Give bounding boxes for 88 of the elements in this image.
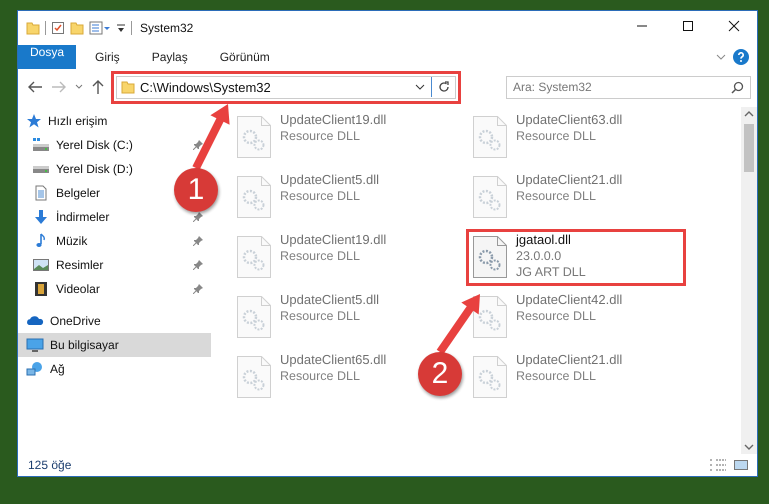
sidebar-item[interactable]: Yerel Disk (D:)	[32, 157, 133, 181]
dll-file-icon	[236, 115, 272, 159]
window-title: System32	[140, 21, 194, 35]
scroll-down-icon[interactable]	[744, 443, 754, 451]
scroll-up-icon[interactable]	[744, 110, 754, 118]
file-detail: Resource DLL	[516, 368, 597, 384]
file-name[interactable]: UpdateClient65.dll	[280, 352, 386, 368]
pin-icon[interactable]	[193, 236, 203, 246]
sidebar-item[interactable]: Hızlı erişim	[18, 109, 211, 133]
dll-file-icon	[472, 355, 508, 399]
file-name[interactable]: UpdateClient21.dll	[516, 172, 622, 188]
sidebar-item[interactable]: Bu bilgisayar	[18, 333, 211, 357]
sidebar-item[interactable]: OneDrive	[18, 309, 211, 333]
monitor-icon	[26, 337, 44, 353]
dll-file-icon	[472, 115, 508, 159]
properties-icon[interactable]	[89, 21, 111, 35]
file-name[interactable]: jgataol.dll	[516, 232, 586, 248]
pin-icon[interactable]	[193, 284, 203, 294]
dll-file-icon	[236, 235, 272, 279]
ribbon-tab[interactable]: Giriş	[82, 45, 133, 69]
help-icon[interactable]	[733, 49, 749, 65]
file-name[interactable]: UpdateClient19.dll	[280, 232, 386, 248]
file-item[interactable]: UpdateClient19.dll Resource DLL	[234, 233, 390, 281]
file-item[interactable]: UpdateClient21.dll Resource DLL	[470, 353, 626, 401]
pin-icon[interactable]	[193, 260, 203, 270]
sidebar-item[interactable]: İndirmeler	[32, 205, 110, 229]
file-item[interactable]: UpdateClient63.dll Resource DLL	[470, 113, 626, 161]
file-detail: 23.0.0.0	[516, 248, 562, 264]
dll-file-icon	[236, 355, 272, 399]
file-name[interactable]: UpdateClient5.dll	[280, 172, 380, 188]
file-detail: Resource DLL	[280, 248, 361, 264]
file-item[interactable]: UpdateClient42.dll Resource DLL	[470, 293, 626, 341]
ribbon-tab[interactable]: Dosya	[18, 45, 76, 69]
sidebar-item[interactable]: Videolar	[32, 277, 100, 301]
file-item[interactable]: UpdateClient5.dll Resource DLL	[234, 293, 384, 341]
search-field[interactable]: Ara: System32	[506, 76, 751, 98]
file-item[interactable]: UpdateClient5.dll Resource DLL	[234, 173, 384, 221]
file-name[interactable]: UpdateClient19.dll	[280, 112, 386, 128]
file-detail: Resource DLL	[280, 308, 361, 324]
file-item[interactable]: UpdateClient21.dll Resource DLL	[470, 173, 626, 221]
file-detail: Resource DLL	[516, 188, 597, 204]
file-detail: Resource DLL	[516, 128, 597, 144]
download-icon	[32, 209, 50, 225]
file-detail: Resource DLL	[516, 308, 597, 324]
dll-file-icon	[472, 295, 508, 339]
dll-file-icon	[236, 295, 272, 339]
details-view-icon[interactable]	[709, 458, 727, 472]
file-name[interactable]: UpdateClient42.dll	[516, 292, 622, 308]
item-count: 125 öğe	[28, 458, 72, 472]
sidebar-item[interactable]: Yerel Disk (C:)	[32, 133, 133, 157]
search-icon	[731, 80, 744, 94]
star-icon	[26, 113, 42, 129]
file-detail: JG ART DLL	[516, 264, 586, 280]
file-detail: Resource DLL	[280, 368, 361, 384]
dll-file-icon	[472, 175, 508, 219]
up-icon[interactable]	[90, 79, 106, 95]
folder-icon	[121, 80, 135, 94]
pin-icon[interactable]	[193, 212, 203, 222]
drive-icon	[32, 164, 50, 174]
sidebar-item[interactable]: Ağ	[18, 357, 211, 381]
file-item[interactable]: UpdateClient19.dll Resource DLL	[234, 113, 390, 161]
network-icon	[26, 361, 44, 377]
file-detail: Resource DLL	[280, 188, 361, 204]
checklist-icon[interactable]	[51, 21, 65, 35]
film-icon	[32, 281, 50, 297]
dll-file-icon	[236, 175, 272, 219]
file-detail: Resource DLL	[280, 128, 361, 144]
dll-file-icon	[472, 235, 508, 279]
file-name[interactable]: UpdateClient5.dll	[280, 292, 380, 308]
drive-icon	[32, 137, 50, 153]
sidebar-item[interactable]: Belgeler	[32, 181, 100, 205]
scroll-thumb[interactable]	[744, 124, 754, 172]
file-name[interactable]: UpdateClient63.dll	[516, 112, 622, 128]
scrollbar[interactable]	[741, 107, 757, 454]
sidebar-item[interactable]: Müzik	[32, 229, 88, 253]
pointer-arrow	[192, 104, 230, 170]
file-item[interactable]: UpdateClient65.dll Resource DLL	[234, 353, 390, 401]
back-icon[interactable]	[26, 79, 44, 95]
ribbon-tab[interactable]: Paylaş	[138, 45, 201, 69]
large-icons-view-icon[interactable]	[733, 458, 749, 472]
pin-icon[interactable]	[193, 140, 203, 150]
refresh-icon[interactable]	[437, 80, 451, 94]
ribbon-tab[interactable]: Görünüm	[206, 45, 283, 69]
file-name[interactable]: UpdateClient21.dll	[516, 352, 622, 368]
sidebar-item[interactable]: Resimler	[32, 253, 104, 277]
image-icon	[32, 257, 50, 273]
pointer-arrow	[436, 294, 480, 354]
file-item[interactable]: jgataol.dll 23.0.0.0 JG ART DLL	[470, 233, 682, 282]
